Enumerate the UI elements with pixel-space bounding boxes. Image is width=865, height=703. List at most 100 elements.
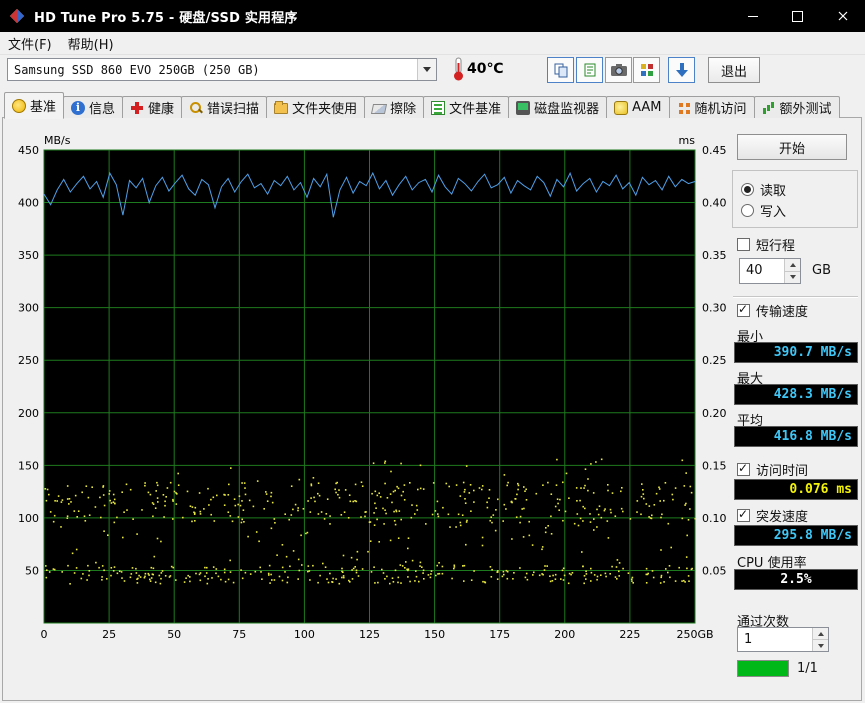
tab-label: 擦除 [390,102,417,117]
download-arrow-icon [675,63,688,77]
copy-screenshot-button[interactable] [547,57,574,83]
svg-text:175: 175 [489,628,510,641]
exit-button[interactable]: 退出 [708,57,760,83]
svg-text:0.25: 0.25 [702,354,727,367]
info-icon [71,100,86,115]
tab-label: 健康 [148,102,175,117]
max-value: 428.3 MB/s [734,384,858,405]
svg-text:150: 150 [18,459,39,472]
tab-health[interactable]: 健康 [122,96,183,118]
folder-usage-icon [274,100,289,114]
svg-text:0.15: 0.15 [702,459,727,472]
svg-text:200: 200 [18,407,39,420]
minimize-icon [747,15,758,17]
start-button[interactable]: 开始 [737,134,847,160]
copy-text-button[interactable] [576,57,603,83]
spin-up-icon[interactable] [785,259,800,272]
maximize-button[interactable] [775,0,820,32]
tab-error-scan[interactable]: 错误扫描 [181,96,268,118]
svg-text:25: 25 [102,628,116,641]
tab-random-access[interactable]: 随机访问 [668,96,755,118]
svg-text:0.45: 0.45 [702,144,727,157]
tab-info[interactable]: 信息 [63,96,124,118]
erase-icon [371,103,388,114]
pass-count-spinner [812,628,828,651]
short-stroke-size-value: 40 [746,263,763,278]
save-results-button[interactable] [668,57,695,83]
tab-label: 额外测试 [779,102,832,117]
mode-group: 读取 写入 [732,170,858,228]
transfer-rate-option[interactable]: 传输速度 [737,302,808,320]
svg-text:200: 200 [554,628,575,641]
menu-file[interactable]: 文件(F) [0,32,60,55]
benchmark-chart: 450 400 350 300 250 200 150 100 50 0 25 50 75 100 125 1… [8,132,728,644]
svg-text:0.05: 0.05 [702,564,727,577]
tab-label: 信息 [89,102,116,117]
error-scan-icon [189,101,203,115]
svg-text:50: 50 [25,564,39,577]
spin-down-icon[interactable] [813,640,828,651]
benchmark-icon [12,98,26,113]
svg-text:0.40: 0.40 [702,197,727,210]
transfer-rate-checkbox[interactable] [737,303,750,317]
spin-up-icon[interactable] [813,628,828,640]
write-radio[interactable] [741,204,754,217]
dropdown-arrow-icon [417,59,436,80]
file-benchmark-icon [431,100,446,115]
tab-label: 随机访问 [694,102,747,117]
temperature-value: 40℃ [467,61,504,77]
disk-monitor-icon [516,100,531,115]
min-value: 390.7 MB/s [734,342,858,363]
spin-down-icon[interactable] [785,271,800,283]
benchmark-chart-svg: 450 400 350 300 250 200 150 100 50 0 25 50 75 100 125 1… [18,134,727,641]
access-time-checkbox[interactable] [737,462,750,476]
drive-select[interactable]: Samsung SSD 860 EVO 250GB (250 GB) [7,58,437,81]
short-stroke-size-input[interactable]: 40 [739,258,801,284]
tab-benchmark[interactable]: 基准 [4,92,65,119]
close-button[interactable] [820,0,865,32]
short-stroke-checkbox[interactable] [737,237,750,251]
tab-label: 磁盘监视器 [534,102,600,117]
options-button[interactable] [633,57,660,83]
camera-icon [610,64,627,76]
menu-bar: 文件(F) 帮助(H) [0,32,865,55]
burst-rate-checkbox[interactable] [737,508,750,522]
pass-count-input[interactable]: 1 [737,627,829,652]
hdtune-window: HD Tune Pro 5.75 - 硬盘/SSD 实用程序 文件(F) 帮助(… [0,0,865,703]
svg-text:MB/s: MB/s [44,134,71,147]
svg-text:0.35: 0.35 [702,249,727,262]
menu-help[interactable]: 帮助(H) [60,32,122,55]
tab-extra-tests[interactable]: 额外测试 [753,96,840,118]
svg-text:350: 350 [18,249,39,262]
write-label: 写入 [760,205,787,220]
tab-file-benchmark[interactable]: 文件基准 [423,96,510,118]
svg-text:125: 125 [359,628,380,641]
tab-disk-monitor[interactable]: 磁盘监视器 [508,96,608,118]
burst-rate-option[interactable]: 突发速度 [737,507,808,525]
access-time-option[interactable]: 访问时间 [737,461,808,479]
tab-bar: 基准 信息 健康 错误扫描 文件夹使用 擦除 文件基准 磁盘监视器 AAM 随机访问 额外测试 [4,92,840,119]
screenshot-button[interactable] [605,57,632,83]
avg-value: 416.8 MB/s [734,426,858,447]
tab-erase[interactable]: 擦除 [364,96,425,118]
extra-tests-icon [762,101,776,115]
window-title: HD Tune Pro 5.75 - 硬盘/SSD 实用程序 [34,10,298,26]
aam-icon [614,100,629,115]
svg-text:300: 300 [18,302,39,315]
tab-aam[interactable]: AAM [606,96,670,118]
read-option[interactable]: 读取 [741,179,857,200]
progress-label: 1/1 [797,661,818,676]
access-time-value: 0.076 ms [734,479,858,500]
random-access-icon [677,101,691,115]
write-option[interactable]: 写入 [741,200,857,221]
svg-text:0.20: 0.20 [702,407,727,420]
svg-text:225: 225 [619,628,640,641]
minimize-button[interactable] [730,0,775,32]
svg-text:75: 75 [232,628,246,641]
tab-folder-usage[interactable]: 文件夹使用 [266,96,366,118]
copy-icon [554,63,567,78]
short-stroke-option[interactable]: 短行程 [737,236,795,254]
read-label: 读取 [760,184,787,199]
read-radio[interactable] [741,183,754,196]
svg-text:450: 450 [18,144,39,157]
